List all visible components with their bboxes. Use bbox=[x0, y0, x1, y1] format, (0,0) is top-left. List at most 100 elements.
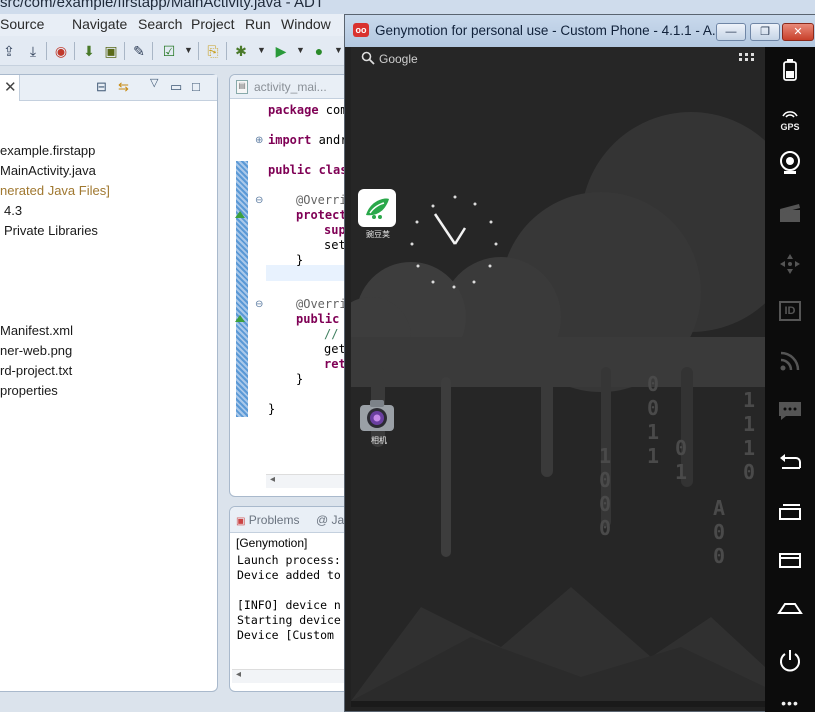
camera-icon bbox=[359, 399, 395, 433]
back-button[interactable] bbox=[765, 453, 815, 476]
menu-source[interactable]: Source bbox=[0, 16, 44, 32]
keyword: clas bbox=[311, 163, 348, 177]
code-editor[interactable]: ▤ activity_mai... package com ⊕ import a… bbox=[229, 74, 349, 497]
back-icon bbox=[780, 454, 801, 469]
run-icon[interactable]: ▶ bbox=[272, 42, 290, 60]
menu-project[interactable]: Project bbox=[191, 16, 235, 32]
app-wandoujia[interactable]: 豌豆荚 bbox=[358, 189, 398, 240]
package-explorer: ✕ ⊟ ⇆ ▽ ▭ □ example.firstapp MainActivit… bbox=[0, 74, 218, 692]
genymotion-icon[interactable]: ◉ bbox=[52, 42, 70, 60]
debug-icon[interactable]: ✱ bbox=[232, 42, 250, 60]
genymotion-sidebar: GPS ID ••• bbox=[765, 47, 815, 712]
tree-item[interactable]: properties bbox=[0, 383, 58, 398]
tree-item[interactable]: rd-project.txt bbox=[0, 363, 72, 378]
fold-expand-icon[interactable]: ⊕ bbox=[255, 135, 263, 146]
menu-run[interactable]: Run bbox=[245, 16, 271, 32]
recent-apps-icon bbox=[779, 504, 801, 520]
menu-navigate-label: Navigate bbox=[72, 16, 128, 32]
keyword: ret bbox=[324, 357, 346, 371]
console-line: Device added to bbox=[237, 568, 341, 582]
svg-text:0: 0 bbox=[743, 460, 755, 484]
rss-icon[interactable] bbox=[765, 351, 815, 376]
fold-collapse-icon[interactable]: ⊖ bbox=[255, 299, 263, 310]
svg-text:1: 1 bbox=[647, 420, 659, 444]
fold-collapse-icon[interactable]: ⊖ bbox=[255, 195, 263, 206]
tree-item[interactable]: Private Libraries bbox=[4, 223, 98, 238]
minimize-button[interactable]: — bbox=[716, 23, 746, 41]
tree-item[interactable]: 4.3 bbox=[4, 203, 22, 218]
download-icon[interactable]: ⤓ bbox=[24, 42, 42, 60]
annotation: @Overri bbox=[296, 297, 347, 311]
tab-javadoc[interactable]: @ Ja bbox=[316, 513, 344, 527]
screencast-icon[interactable] bbox=[765, 203, 815, 228]
keyword: public bbox=[296, 312, 340, 326]
svg-text:1: 1 bbox=[743, 412, 755, 436]
wallpaper: 0011 01 1000 1110 A00 bbox=[351, 47, 765, 701]
checkbox-icon[interactable]: ☑ bbox=[160, 42, 178, 60]
new-java-project-icon[interactable]: ⎘ bbox=[204, 42, 222, 60]
minimize-icon[interactable]: ▭ bbox=[170, 79, 182, 95]
tree-item[interactable]: Manifest.xml bbox=[0, 323, 73, 338]
lint-icon[interactable]: ✎ bbox=[130, 42, 148, 60]
maximize-icon[interactable]: □ bbox=[192, 79, 200, 94]
maximize-button[interactable]: ❐ bbox=[750, 23, 780, 41]
link-with-editor-icon[interactable]: ⇆ bbox=[118, 79, 129, 95]
app-camera[interactable]: 相机 bbox=[359, 399, 399, 446]
tree-item[interactable]: example.firstapp bbox=[0, 143, 95, 158]
view-menu-icon[interactable]: ▽ bbox=[150, 76, 158, 89]
menu-button[interactable] bbox=[765, 551, 815, 574]
webcam-icon[interactable] bbox=[765, 151, 815, 180]
recent-apps-button[interactable] bbox=[765, 503, 815, 526]
scroll-left-icon[interactable]: ◂ bbox=[270, 474, 275, 485]
package-explorer-tab[interactable]: ✕ bbox=[0, 75, 20, 101]
svg-text:0: 0 bbox=[599, 516, 611, 540]
keyword: sup bbox=[324, 223, 346, 237]
dpad-icon[interactable] bbox=[765, 253, 815, 280]
menu-search[interactable]: Search bbox=[138, 16, 182, 32]
device-id-label: ID bbox=[779, 301, 801, 321]
menu-navigate[interactable]: Navigate bbox=[72, 16, 127, 32]
home-icon bbox=[777, 603, 803, 614]
close-icon[interactable]: ✕ bbox=[4, 78, 17, 96]
avd-manager-icon[interactable]: ▣ bbox=[102, 42, 120, 60]
horizontal-scrollbar[interactable]: ◂ bbox=[232, 669, 346, 683]
external-tools-icon[interactable]: ● bbox=[310, 42, 328, 60]
home-button[interactable] bbox=[765, 601, 815, 620]
sms-icon[interactable] bbox=[765, 401, 815, 426]
close-button[interactable]: ✕ bbox=[782, 23, 814, 41]
collapse-all-icon[interactable]: ⊟ bbox=[96, 79, 107, 95]
screen-bottom-edge bbox=[351, 701, 765, 707]
battery-icon[interactable] bbox=[765, 59, 815, 86]
editor-tab[interactable]: ▤ activity_mai... bbox=[230, 75, 348, 99]
upload-icon[interactable]: ⇪ bbox=[0, 42, 18, 60]
horizontal-scrollbar[interactable]: ◂ bbox=[266, 474, 346, 488]
code-text: andr bbox=[311, 133, 348, 147]
svg-text:0: 0 bbox=[599, 492, 611, 516]
android-home-screen[interactable]: 0011 01 1000 1110 A00 Google 豌豆荚 相机 bbox=[351, 47, 765, 707]
editor-tab-label: activity_mai... bbox=[254, 80, 327, 94]
menu-window[interactable]: Window bbox=[281, 16, 331, 32]
console-line: Starting device bbox=[237, 613, 341, 627]
device-id-icon[interactable]: ID bbox=[765, 301, 815, 321]
all-apps-icon[interactable] bbox=[739, 53, 755, 69]
more-icon[interactable]: ••• bbox=[765, 695, 815, 711]
menu-window-label: Window bbox=[281, 16, 331, 32]
keyword: package bbox=[268, 103, 319, 117]
tree-item[interactable]: MainActivity.java bbox=[0, 163, 96, 178]
tree-item[interactable]: ner-web.png bbox=[0, 343, 72, 358]
tab-problems[interactable]: ▣ Problems bbox=[236, 513, 299, 527]
sdk-manager-icon[interactable]: ⬇ bbox=[80, 42, 98, 60]
chevron-down-icon[interactable]: ▼ bbox=[334, 45, 343, 55]
console-line: [INFO] device n bbox=[237, 598, 341, 612]
gps-icon[interactable]: GPS bbox=[765, 105, 815, 132]
tree-item[interactable]: nerated Java Files] bbox=[0, 183, 110, 198]
comment: // bbox=[324, 327, 339, 341]
power-button[interactable] bbox=[765, 649, 815, 678]
chevron-down-icon[interactable]: ▼ bbox=[257, 45, 266, 55]
annotation: @Overri bbox=[296, 193, 347, 207]
chevron-down-icon[interactable]: ▼ bbox=[296, 45, 305, 55]
svg-text:1: 1 bbox=[599, 444, 611, 468]
scroll-left-icon[interactable]: ◂ bbox=[236, 669, 241, 680]
chevron-down-icon[interactable]: ▼ bbox=[184, 45, 193, 55]
svg-text:0: 0 bbox=[647, 372, 659, 396]
